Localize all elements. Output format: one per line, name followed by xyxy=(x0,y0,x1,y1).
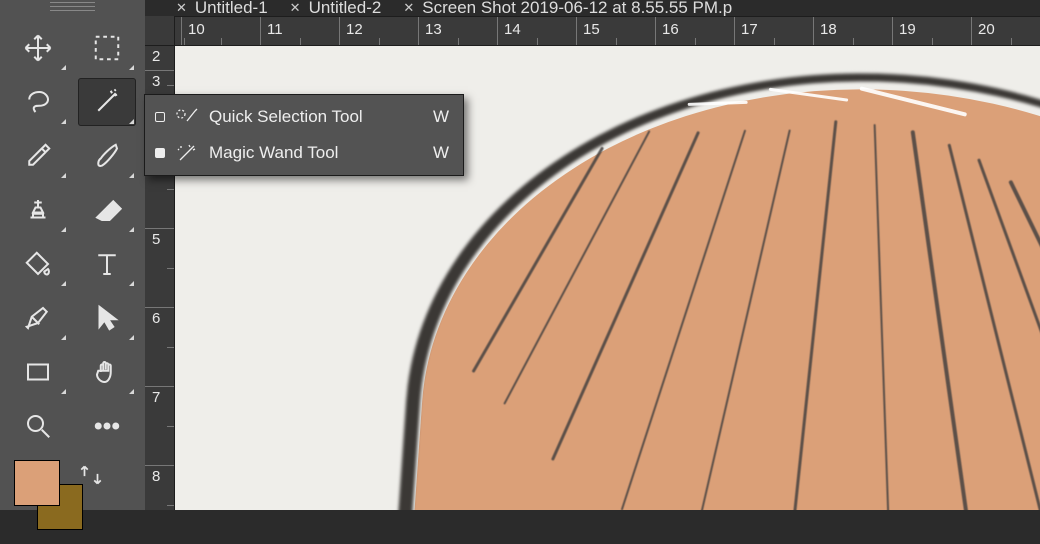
submenu-icon xyxy=(129,389,134,394)
flyout-item-label: Magic Wand Tool xyxy=(209,143,338,163)
eraser-tool[interactable] xyxy=(78,186,137,234)
document-tabs: ✕ Untitled-1 ✕ Untitled-2 ✕ Screen Shot … xyxy=(0,0,1040,16)
marquee-tool[interactable] xyxy=(78,24,137,72)
submenu-icon xyxy=(61,65,66,70)
toolbar-header xyxy=(0,0,145,16)
move-tool[interactable] xyxy=(9,24,68,72)
grip-icon[interactable] xyxy=(50,2,95,12)
flyout-item-shortcut: W xyxy=(433,143,449,163)
hand-tool[interactable] xyxy=(78,348,137,396)
document-tab[interactable]: ✕ Screen Shot 2019-06-12 at 8.55.55 PM.p xyxy=(397,0,748,16)
submenu-icon xyxy=(129,119,134,124)
brush-tool[interactable] xyxy=(78,132,137,180)
quick-selection-icon xyxy=(175,107,199,127)
submenu-icon xyxy=(129,227,134,232)
submenu-icon xyxy=(61,227,66,232)
submenu-icon xyxy=(61,281,66,286)
ruler-origin[interactable] xyxy=(145,16,175,46)
lasso-tool[interactable] xyxy=(9,78,68,126)
flyout-item-label: Quick Selection Tool xyxy=(209,107,363,127)
edit-toolbar-button[interactable] xyxy=(78,402,137,450)
paint-bucket-tool[interactable] xyxy=(9,240,68,288)
submenu-icon xyxy=(61,173,66,178)
rectangle-tool[interactable] xyxy=(9,348,68,396)
zoom-tool[interactable] xyxy=(9,402,68,450)
submenu-icon xyxy=(129,173,134,178)
document-tab[interactable]: ✕ Untitled-1 xyxy=(170,0,284,16)
magic-wand-icon xyxy=(175,143,199,163)
submenu-icon xyxy=(61,335,66,340)
document-tab[interactable]: ✕ Untitled-2 xyxy=(284,0,398,16)
clone-stamp-tool[interactable] xyxy=(9,186,68,234)
active-indicator xyxy=(155,112,165,122)
close-icon[interactable]: ✕ xyxy=(403,0,414,16)
close-icon[interactable]: ✕ xyxy=(290,0,301,16)
pen-tool[interactable] xyxy=(9,294,68,342)
swap-colors-icon[interactable] xyxy=(78,462,137,520)
color-swatches[interactable] xyxy=(9,460,68,520)
eyedropper-tool[interactable] xyxy=(9,132,68,180)
tools-panel xyxy=(0,16,145,510)
foreground-color-swatch[interactable] xyxy=(14,460,60,506)
close-icon[interactable]: ✕ xyxy=(176,0,187,16)
magic-wand-tool[interactable] xyxy=(78,78,137,126)
flyout-item-magic-wand[interactable]: Magic Wand Tool W xyxy=(145,135,463,171)
tool-flyout-menu: Quick Selection Tool W Magic Wand Tool W xyxy=(144,94,464,176)
flyout-item-quick-selection[interactable]: Quick Selection Tool W xyxy=(145,99,463,135)
path-selection-tool[interactable] xyxy=(78,294,137,342)
submenu-icon xyxy=(61,389,66,394)
submenu-icon xyxy=(61,119,66,124)
type-tool[interactable] xyxy=(78,240,137,288)
flyout-item-shortcut: W xyxy=(433,107,449,127)
ruler-horizontal[interactable]: 10 11 12 13 14 15 16 17 18 19 20 21 xyxy=(145,16,1040,46)
active-indicator xyxy=(155,148,165,158)
submenu-icon xyxy=(129,335,134,340)
artwork xyxy=(381,46,1040,510)
submenu-icon xyxy=(129,65,134,70)
submenu-icon xyxy=(129,281,134,286)
